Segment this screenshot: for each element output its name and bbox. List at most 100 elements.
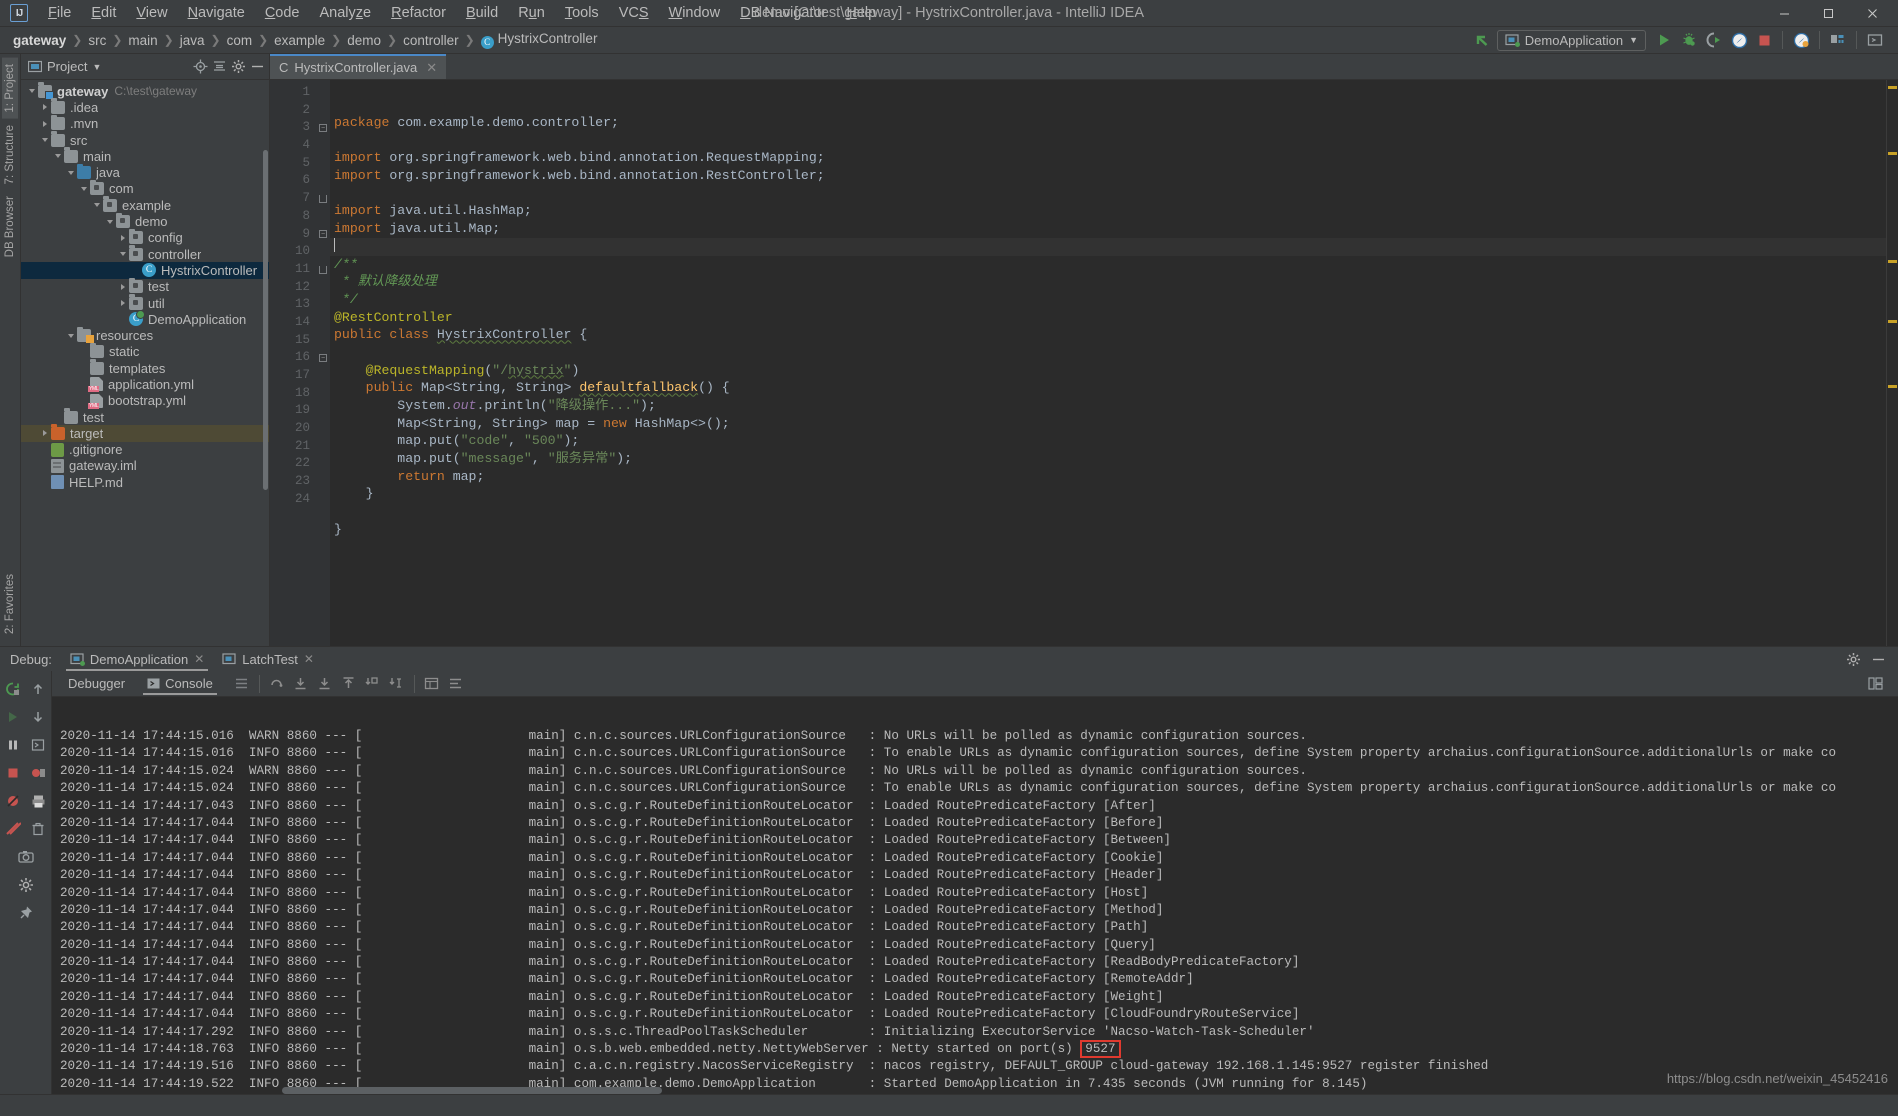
code-line-13[interactable]: public class HystrixController { bbox=[330, 326, 1886, 344]
settings-gear-icon[interactable] bbox=[1846, 652, 1861, 667]
line-number[interactable]: 17 bbox=[270, 367, 316, 385]
settings-gear-icon[interactable] bbox=[231, 59, 246, 74]
tree-expander[interactable] bbox=[38, 138, 51, 143]
code-line-22[interactable]: } bbox=[330, 485, 1886, 503]
fold-gutter[interactable]: − − − bbox=[316, 80, 330, 646]
tree-node--mvn[interactable]: .mvn bbox=[21, 114, 269, 132]
gear-icon[interactable] bbox=[15, 874, 37, 896]
warning-marker[interactable] bbox=[1888, 385, 1897, 388]
code-line-6[interactable]: import java.util.HashMap; bbox=[330, 202, 1886, 220]
editor-tab-hystrixcontroller[interactable]: C HystrixController.java ✕ bbox=[270, 54, 447, 79]
chevron-down-icon[interactable]: ▼ bbox=[92, 62, 101, 72]
tree-expander[interactable] bbox=[64, 333, 77, 338]
tree-node-example[interactable]: example bbox=[21, 196, 269, 213]
line-number[interactable]: 13 bbox=[270, 296, 316, 314]
terminal-button[interactable] bbox=[1864, 29, 1886, 51]
editor-marker-rail[interactable] bbox=[1886, 80, 1898, 646]
tree-expander[interactable] bbox=[90, 203, 103, 208]
run-button[interactable] bbox=[1653, 29, 1675, 51]
stop-button[interactable] bbox=[1753, 29, 1775, 51]
tab-console[interactable]: Console bbox=[137, 673, 223, 695]
tree-node-application-yml[interactable]: application.yml bbox=[21, 376, 269, 393]
tree-expander[interactable] bbox=[103, 219, 116, 224]
close-icon[interactable]: ✕ bbox=[426, 60, 437, 76]
menu-refactor[interactable]: Refactor bbox=[381, 2, 456, 24]
line-number[interactable]: 22 bbox=[270, 455, 316, 473]
code-line-21[interactable]: return map; bbox=[330, 468, 1886, 486]
minimize-button[interactable] bbox=[1762, 0, 1806, 26]
console-horizontal-scrollbar[interactable] bbox=[282, 1087, 662, 1094]
pause-icon[interactable] bbox=[2, 734, 24, 756]
line-number[interactable]: 19 bbox=[270, 402, 316, 420]
evaluate-icon[interactable] bbox=[421, 673, 443, 695]
run-configuration-selector[interactable]: DemoApplication ▼ bbox=[1496, 29, 1646, 51]
code-line-3[interactable]: import org.springframework.web.bind.anno… bbox=[330, 149, 1886, 167]
update-application-button[interactable] bbox=[1790, 29, 1812, 51]
menu-window[interactable]: Window bbox=[659, 2, 731, 24]
tree-expander[interactable] bbox=[38, 104, 51, 111]
line-number[interactable]: 12 bbox=[270, 279, 316, 297]
tree-expander[interactable] bbox=[38, 430, 51, 437]
warning-marker[interactable] bbox=[1888, 152, 1897, 155]
navigate-up-icon[interactable] bbox=[1472, 29, 1494, 51]
line-number[interactable]: 15 bbox=[270, 332, 316, 350]
code-line-16[interactable]: public Map<String, String> defaultfallba… bbox=[330, 379, 1886, 397]
stop-icon[interactable] bbox=[2, 762, 24, 784]
sidebar-item-db-browser[interactable]: DB Browser bbox=[2, 190, 18, 263]
line-number[interactable]: 6 bbox=[270, 172, 316, 190]
project-tree-scrollbar[interactable] bbox=[263, 150, 268, 490]
menu-edit[interactable]: Edit bbox=[81, 2, 126, 24]
line-number[interactable]: 5 bbox=[270, 155, 316, 173]
sidebar-item-structure[interactable]: 7: Structure bbox=[2, 119, 18, 190]
line-number[interactable]: 1 bbox=[270, 84, 316, 102]
profile-button[interactable] bbox=[1728, 29, 1750, 51]
sidebar-item-project[interactable]: 1: Project bbox=[2, 58, 18, 119]
project-structure-button[interactable] bbox=[1827, 29, 1849, 51]
sidebar-item-favorites[interactable]: 2: Favorites bbox=[2, 568, 18, 640]
tree-node--idea[interactable]: .idea bbox=[21, 98, 269, 115]
breadcrumb-item-src[interactable]: src bbox=[83, 31, 111, 50]
line-number[interactable]: 4 bbox=[270, 137, 316, 155]
force-step-into-icon[interactable] bbox=[314, 673, 336, 695]
tree-node-resources[interactable]: resources bbox=[21, 326, 269, 344]
tree-node-test[interactable]: test bbox=[21, 277, 269, 295]
tree-expander[interactable] bbox=[116, 283, 129, 290]
menu-vcs[interactable]: VCS bbox=[609, 2, 659, 24]
step-out-icon[interactable] bbox=[338, 673, 360, 695]
code-line-18[interactable]: Map<String, String> map = new HashMap<>(… bbox=[330, 415, 1886, 433]
breadcrumb-item-com[interactable]: com bbox=[222, 31, 258, 50]
pin-icon[interactable] bbox=[15, 902, 37, 924]
step-into-icon[interactable] bbox=[290, 673, 312, 695]
evaluate-expression-icon[interactable] bbox=[27, 734, 49, 756]
tree-node-gateway-iml[interactable]: gateway.iml bbox=[21, 458, 269, 474]
breadcrumb-item-hystrixcontroller[interactable]: C HystrixController bbox=[476, 29, 603, 51]
line-number[interactable]: 16 bbox=[270, 349, 316, 367]
breadcrumb-item-controller[interactable]: controller bbox=[398, 31, 464, 50]
tree-node-demoapplication[interactable]: C DemoApplication bbox=[21, 310, 269, 327]
code-editor[interactable]: 1 2 3 4 5 6 7 8 9 10 11 12 13 14 15 16 17 18 19 20 21 22 23 24 … bbox=[270, 80, 1898, 646]
line-number[interactable]: 10 bbox=[270, 243, 316, 261]
tree-node-gateway[interactable]: gateway C:\test\gateway bbox=[21, 82, 269, 100]
tab-debugger[interactable]: Debugger bbox=[58, 673, 135, 694]
tree-expander[interactable] bbox=[116, 234, 129, 241]
close-icon[interactable]: ✕ bbox=[304, 652, 314, 666]
tree-expander[interactable] bbox=[116, 300, 129, 306]
step-over-icon[interactable] bbox=[266, 673, 288, 695]
tree-node-bootstrap-yml[interactable]: bootstrap.yml bbox=[21, 393, 269, 409]
step-up-icon[interactable] bbox=[27, 678, 49, 700]
code-line-10[interactable]: * 默认降级处理 bbox=[330, 273, 1886, 291]
tree-node-com[interactable]: com bbox=[21, 179, 269, 197]
breadcrumb-item-gateway[interactable]: gateway bbox=[8, 31, 71, 50]
line-number[interactable]: 18 bbox=[270, 385, 316, 403]
toggle-tabs-icon[interactable] bbox=[1864, 673, 1886, 695]
tree-expander[interactable] bbox=[51, 154, 64, 159]
tree-node-config[interactable]: config bbox=[21, 228, 269, 246]
menu-db-navigator[interactable]: DB Navigator bbox=[730, 2, 836, 24]
code-content[interactable]: package com.example.demo.controller; imp… bbox=[330, 80, 1886, 646]
line-number[interactable]: 14 bbox=[270, 314, 316, 332]
code-line-20[interactable]: map.put("message", "服务异常"); bbox=[330, 450, 1886, 468]
tree-expander[interactable] bbox=[116, 252, 129, 257]
debug-tab-demoapplication[interactable]: DemoApplication ✕ bbox=[62, 650, 212, 671]
tree-node-controller[interactable]: controller bbox=[21, 245, 269, 262]
drop-frame-icon[interactable] bbox=[362, 673, 384, 695]
